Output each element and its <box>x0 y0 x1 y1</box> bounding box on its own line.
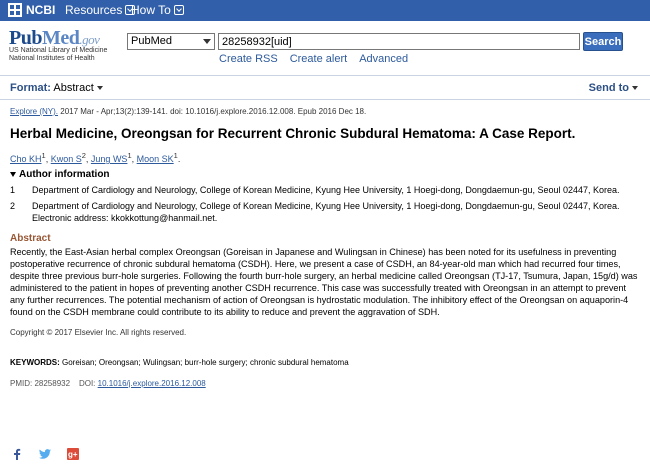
author-sup: 1 <box>41 151 46 160</box>
pubmed-header: PubMed.gov US National Library of Medici… <box>0 21 650 69</box>
facebook-icon[interactable] <box>11 448 23 460</box>
abstract-content: Explore (NY). 2017 Mar - Apr;13(2):139-1… <box>10 107 640 388</box>
format-label: Format: <box>10 82 51 94</box>
advanced-search-link[interactable]: Advanced <box>359 53 408 65</box>
doi-label: DOI: <box>78 378 96 388</box>
ncbi-home-link[interactable]: NCBI <box>8 3 55 17</box>
author-link[interactable]: Jung WS <box>91 154 128 164</box>
keywords-label: KEYWORDS: <box>10 357 60 367</box>
nlm-text: US National Library of Medicine National… <box>9 47 107 63</box>
author-sup: 2 <box>81 151 86 160</box>
affiliation-text: Department of Cardiology and Neurology, … <box>32 201 620 223</box>
logo-gov: .gov <box>79 32 100 47</box>
create-alert-link[interactable]: Create alert <box>290 53 347 65</box>
abstract-heading: Abstract <box>10 233 51 244</box>
article-title: Herbal Medicine, Oreongsan for Recurrent… <box>10 126 576 141</box>
format-bar: Format: Abstract Send to <box>0 75 650 100</box>
author-link[interactable]: Moon SK <box>137 154 174 164</box>
format-value: Abstract <box>53 82 94 94</box>
identifiers-line: PMID: 28258932 DOI: 10.1016/j.explore.20… <box>10 379 640 388</box>
caret-down-icon <box>96 86 103 91</box>
share-bar: g+ <box>11 448 79 460</box>
send-to-label: Send to <box>588 82 629 94</box>
citation-line: Explore (NY). 2017 Mar - Apr;13(2):139-1… <box>10 107 640 116</box>
ncbi-label: NCBI <box>26 3 56 17</box>
affiliation-number: 2 <box>10 201 16 211</box>
send-to-menu[interactable]: Send to <box>589 82 638 94</box>
pmid-text: PMID: 28258932 <box>10 378 71 388</box>
search-button[interactable]: Search <box>583 32 623 51</box>
format-selector[interactable]: Format: Abstract <box>10 82 103 94</box>
nlm-line2: National Institutes of Health <box>9 55 95 62</box>
database-select[interactable]: PubMed <box>127 33 215 50</box>
ncbi-logo-icon <box>8 3 22 17</box>
ncbi-topbar: NCBI Resources How To <box>0 0 650 21</box>
keywords-text: Goreisan; Oreongsan; Wulingsan; burr-hol… <box>59 357 349 367</box>
author-list: Cho KH1, Kwon S2, Jung WS1, Moon SK1. <box>10 151 181 164</box>
author-sup: 1 <box>173 151 178 160</box>
create-rss-link[interactable]: Create RSS <box>219 53 278 65</box>
author-info-toggle[interactable]: Author information <box>10 169 640 180</box>
dropdown-arrow-icon <box>203 39 211 44</box>
affiliation-text: Department of Cardiology and Neurology, … <box>32 185 620 195</box>
copyright-text: Copyright © 2017 Elsevier Inc. All right… <box>10 327 187 337</box>
journal-link[interactable]: Explore (NY). <box>10 107 58 116</box>
resources-menu[interactable]: Resources <box>65 3 136 17</box>
logo-pub: Pub <box>9 27 42 49</box>
author-link[interactable]: Cho KH <box>10 154 42 164</box>
search-input[interactable] <box>218 33 580 50</box>
search-sublinks: Create RSS Create alert Advanced <box>219 53 408 65</box>
affiliation-item: 1 Department of Cardiology and Neurology… <box>10 184 640 196</box>
caret-down-icon <box>632 86 638 91</box>
keywords-line: KEYWORDS: Goreisan; Oreongsan; Wulingsan… <box>10 358 640 367</box>
resources-label: Resources <box>65 3 123 17</box>
howto-label: How To <box>131 3 171 17</box>
doi-link[interactable]: 10.1016/j.explore.2016.12.008 <box>98 379 206 388</box>
affiliation-item: 2 Department of Cardiology and Neurology… <box>10 200 640 224</box>
database-select-value: PubMed <box>131 35 172 47</box>
author-link[interactable]: Kwon S <box>51 154 82 164</box>
triangle-down-icon <box>10 172 16 177</box>
logo-med: Med <box>41 27 80 49</box>
svg-text:g+: g+ <box>68 450 78 459</box>
nlm-line1: US National Library of Medicine <box>9 47 108 54</box>
chevron-down-icon <box>173 5 184 15</box>
citation-text: 2017 Mar - Apr;13(2):139-141. doi: 10.10… <box>58 107 367 116</box>
google-plus-icon[interactable]: g+ <box>67 448 79 460</box>
author-info-label: Author information <box>19 169 110 180</box>
twitter-icon[interactable] <box>39 448 51 460</box>
abstract-text: Recently, the East-Asian herbal complex … <box>10 247 638 318</box>
affiliation-number: 1 <box>10 185 16 195</box>
author-sup: 1 <box>127 151 132 160</box>
howto-menu[interactable]: How To <box>131 3 184 17</box>
